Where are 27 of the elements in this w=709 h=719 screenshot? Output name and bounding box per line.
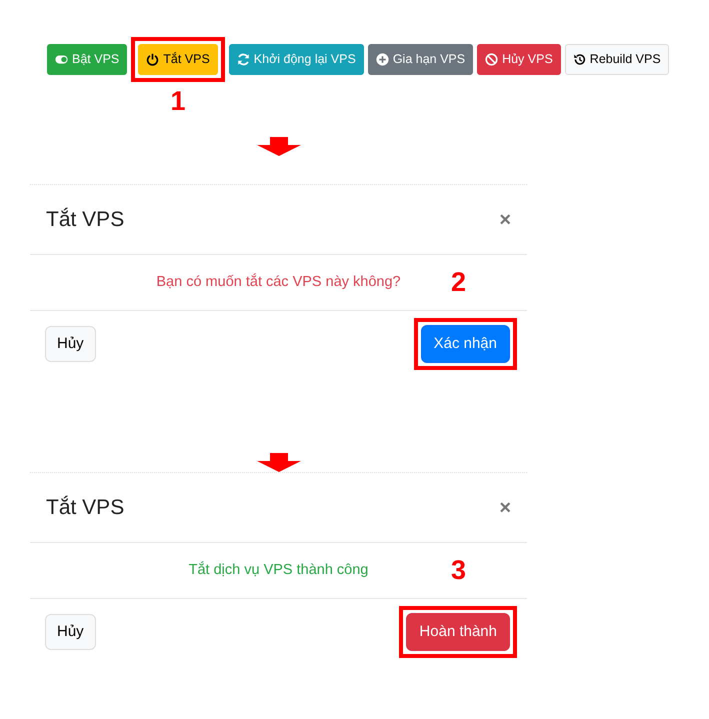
- step-number: 3: [451, 557, 466, 584]
- toolbar-button[interactable]: Rebuild VPS: [564, 44, 669, 74]
- history-icon: [572, 52, 586, 66]
- down-arrow-icon: [257, 453, 301, 472]
- close-button[interactable]: ×: [499, 498, 511, 518]
- cancel-button[interactable]: Hủy: [45, 326, 96, 362]
- dialog-message: Tắt dịch vụ VPS thành công: [188, 560, 368, 580]
- close-button[interactable]: ×: [499, 210, 511, 230]
- ban-icon: [485, 52, 498, 66]
- toolbar-button[interactable]: Gia hạn VPS: [368, 44, 474, 74]
- action-button[interactable]: Hoàn thành: [406, 613, 510, 651]
- toggle-icon: [55, 52, 68, 66]
- step-number: 1: [170, 88, 186, 114]
- cancel-button[interactable]: Hủy: [45, 614, 96, 650]
- action-button[interactable]: Xác nhận: [420, 325, 510, 363]
- dialog-title: Tắt VPS: [46, 494, 124, 521]
- dialog-title: Tắt VPS: [46, 206, 124, 233]
- toolbar-button[interactable]: Bật VPS: [47, 44, 128, 74]
- power-icon: [146, 52, 160, 66]
- step-number: 2: [451, 269, 466, 296]
- refresh-icon: [236, 52, 250, 66]
- plus-icon: [376, 52, 389, 66]
- toolbar-button[interactable]: Khởi động lại VPS: [228, 44, 364, 74]
- toolbar-button[interactable]: Hủy VPS: [477, 44, 561, 74]
- toolbar-button[interactable]: Tắt VPS: [138, 44, 218, 74]
- dialog-message: Bạn có muốn tắt các VPS này không?: [156, 272, 401, 292]
- down-arrow-icon: [257, 137, 301, 156]
